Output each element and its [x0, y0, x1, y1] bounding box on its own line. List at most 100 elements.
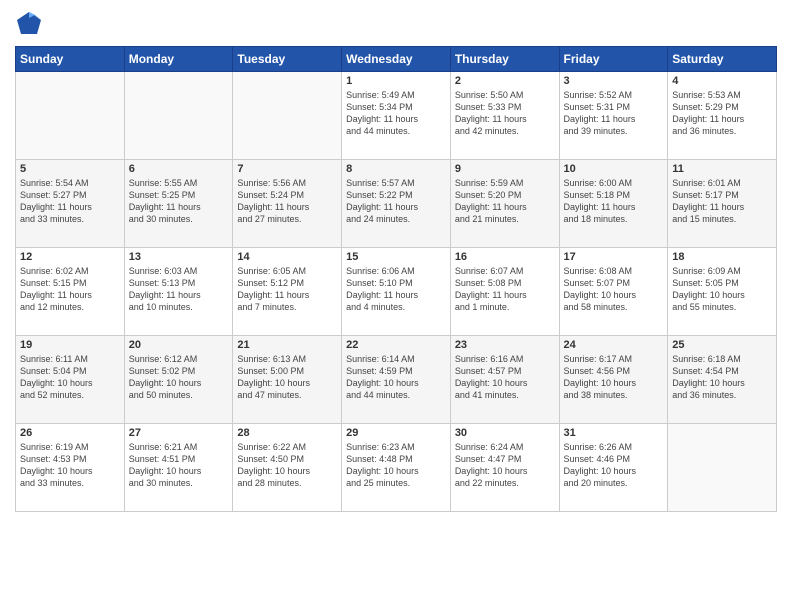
calendar-cell	[16, 72, 125, 160]
calendar-cell: 31 Sunrise: 6:26 AM Sunset: 4:46 PM Dayli…	[559, 424, 668, 512]
day-info: Sunrise: 6:14 AM Sunset: 4:59 PM Dayligh…	[346, 353, 446, 402]
day-number: 19	[20, 339, 120, 351]
day-info: Sunrise: 6:23 AM Sunset: 4:48 PM Dayligh…	[346, 441, 446, 490]
day-info: Sunrise: 5:57 AM Sunset: 5:22 PM Dayligh…	[346, 177, 446, 226]
day-info: Sunrise: 6:18 AM Sunset: 4:54 PM Dayligh…	[672, 353, 772, 402]
day-info: Sunrise: 5:55 AM Sunset: 5:25 PM Dayligh…	[129, 177, 229, 226]
day-number: 23	[455, 339, 555, 351]
calendar-weekday-saturday: Saturday	[668, 47, 777, 72]
day-number: 18	[672, 251, 772, 263]
day-info: Sunrise: 6:06 AM Sunset: 5:10 PM Dayligh…	[346, 265, 446, 314]
day-info: Sunrise: 6:26 AM Sunset: 4:46 PM Dayligh…	[564, 441, 664, 490]
day-number: 1	[346, 75, 446, 87]
day-number: 9	[455, 163, 555, 175]
day-info: Sunrise: 5:50 AM Sunset: 5:33 PM Dayligh…	[455, 89, 555, 138]
day-info: Sunrise: 5:49 AM Sunset: 5:34 PM Dayligh…	[346, 89, 446, 138]
calendar-cell: 9Sunrise: 5:59 AM Sunset: 5:20 PM Daylig…	[450, 160, 559, 248]
calendar-cell	[668, 424, 777, 512]
day-number: 27	[129, 427, 229, 439]
calendar-cell: 16Sunrise: 6:07 AM Sunset: 5:08 PM Dayli…	[450, 248, 559, 336]
day-number: 15	[346, 251, 446, 263]
day-info: Sunrise: 6:19 AM Sunset: 4:53 PM Dayligh…	[20, 441, 120, 490]
day-info: Sunrise: 6:12 AM Sunset: 5:02 PM Dayligh…	[129, 353, 229, 402]
calendar-cell: 5Sunrise: 5:54 AM Sunset: 5:27 PM Daylig…	[16, 160, 125, 248]
calendar-week-row: 5Sunrise: 5:54 AM Sunset: 5:27 PM Daylig…	[16, 160, 777, 248]
day-number: 13	[129, 251, 229, 263]
calendar-cell	[233, 72, 342, 160]
day-info: Sunrise: 6:11 AM Sunset: 5:04 PM Dayligh…	[20, 353, 120, 402]
calendar-week-row: 1 Sunrise: 5:49 AM Sunset: 5:34 PM Daylig…	[16, 72, 777, 160]
day-info: Sunrise: 5:52 AM Sunset: 5:31 PM Dayligh…	[564, 89, 664, 138]
day-info: Sunrise: 6:22 AM Sunset: 4:50 PM Dayligh…	[237, 441, 337, 490]
calendar-week-row: 12 Sunrise: 6:02 AM Sunset: 5:15 PM Dayli…	[16, 248, 777, 336]
calendar-cell: 7 Sunrise: 5:56 AM Sunset: 5:24 PM Daylig…	[233, 160, 342, 248]
calendar-cell: 20 Sunrise: 6:12 AM Sunset: 5:02 PM Dayli…	[124, 336, 233, 424]
day-number: 7	[237, 163, 337, 175]
day-info: Sunrise: 6:00 AM Sunset: 5:18 PM Dayligh…	[564, 177, 664, 226]
day-number: 12	[20, 251, 120, 263]
calendar-weekday-tuesday: Tuesday	[233, 47, 342, 72]
day-number: 21	[237, 339, 337, 351]
day-number: 3	[564, 75, 664, 87]
calendar-cell: 8 Sunrise: 5:57 AM Sunset: 5:22 PM Daylig…	[342, 160, 451, 248]
calendar-week-row: 19 Sunrise: 6:11 AM Sunset: 5:04 PM Dayli…	[16, 336, 777, 424]
day-number: 4	[672, 75, 772, 87]
calendar-table: SundayMondayTuesdayWednesdayThursdayFrid…	[15, 46, 777, 512]
calendar-weekday-thursday: Thursday	[450, 47, 559, 72]
logo	[15, 10, 45, 38]
calendar-cell: 11Sunrise: 6:01 AM Sunset: 5:17 PM Dayli…	[668, 160, 777, 248]
calendar-cell: 23 Sunrise: 6:16 AM Sunset: 4:57 PM Dayli…	[450, 336, 559, 424]
day-info: Sunrise: 6:21 AM Sunset: 4:51 PM Dayligh…	[129, 441, 229, 490]
calendar-cell: 13Sunrise: 6:03 AM Sunset: 5:13 PM Dayli…	[124, 248, 233, 336]
calendar-cell: 19 Sunrise: 6:11 AM Sunset: 5:04 PM Dayli…	[16, 336, 125, 424]
calendar-cell: 12 Sunrise: 6:02 AM Sunset: 5:15 PM Dayli…	[16, 248, 125, 336]
day-info: Sunrise: 5:56 AM Sunset: 5:24 PM Dayligh…	[237, 177, 337, 226]
calendar-weekday-friday: Friday	[559, 47, 668, 72]
day-number: 31	[564, 427, 664, 439]
calendar-cell: 15 Sunrise: 6:06 AM Sunset: 5:10 PM Dayli…	[342, 248, 451, 336]
day-info: Sunrise: 6:02 AM Sunset: 5:15 PM Dayligh…	[20, 265, 120, 314]
calendar-cell: 27 Sunrise: 6:21 AM Sunset: 4:51 PM Dayli…	[124, 424, 233, 512]
day-number: 22	[346, 339, 446, 351]
calendar-cell: 1 Sunrise: 5:49 AM Sunset: 5:34 PM Daylig…	[342, 72, 451, 160]
calendar-cell: 14 Sunrise: 6:05 AM Sunset: 5:12 PM Dayli…	[233, 248, 342, 336]
calendar-cell: 3 Sunrise: 5:52 AM Sunset: 5:31 PM Daylig…	[559, 72, 668, 160]
day-number: 14	[237, 251, 337, 263]
header	[15, 10, 777, 38]
calendar-cell: 22 Sunrise: 6:14 AM Sunset: 4:59 PM Dayli…	[342, 336, 451, 424]
day-info: Sunrise: 6:24 AM Sunset: 4:47 PM Dayligh…	[455, 441, 555, 490]
page: SundayMondayTuesdayWednesdayThursdayFrid…	[0, 0, 792, 612]
calendar-cell: 21 Sunrise: 6:13 AM Sunset: 5:00 PM Dayli…	[233, 336, 342, 424]
calendar-cell: 2 Sunrise: 5:50 AM Sunset: 5:33 PM Daylig…	[450, 72, 559, 160]
calendar-cell: 25 Sunrise: 6:18 AM Sunset: 4:54 PM Dayli…	[668, 336, 777, 424]
day-info: Sunrise: 6:13 AM Sunset: 5:00 PM Dayligh…	[237, 353, 337, 402]
calendar-cell: 24Sunrise: 6:17 AM Sunset: 4:56 PM Dayli…	[559, 336, 668, 424]
day-number: 10	[564, 163, 664, 175]
day-number: 5	[20, 163, 120, 175]
calendar-header-row: SundayMondayTuesdayWednesdayThursdayFrid…	[16, 47, 777, 72]
day-number: 17	[564, 251, 664, 263]
day-number: 28	[237, 427, 337, 439]
day-info: Sunrise: 6:09 AM Sunset: 5:05 PM Dayligh…	[672, 265, 772, 314]
day-info: Sunrise: 6:05 AM Sunset: 5:12 PM Dayligh…	[237, 265, 337, 314]
calendar-cell: 4 Sunrise: 5:53 AM Sunset: 5:29 PM Daylig…	[668, 72, 777, 160]
day-info: Sunrise: 6:16 AM Sunset: 4:57 PM Dayligh…	[455, 353, 555, 402]
day-number: 29	[346, 427, 446, 439]
day-number: 30	[455, 427, 555, 439]
logo-icon	[15, 10, 43, 38]
calendar-week-row: 26Sunrise: 6:19 AM Sunset: 4:53 PM Dayli…	[16, 424, 777, 512]
day-info: Sunrise: 5:53 AM Sunset: 5:29 PM Dayligh…	[672, 89, 772, 138]
day-number: 2	[455, 75, 555, 87]
calendar-cell: 10 Sunrise: 6:00 AM Sunset: 5:18 PM Dayli…	[559, 160, 668, 248]
calendar-cell: 6Sunrise: 5:55 AM Sunset: 5:25 PM Daylig…	[124, 160, 233, 248]
calendar-weekday-wednesday: Wednesday	[342, 47, 451, 72]
day-info: Sunrise: 6:01 AM Sunset: 5:17 PM Dayligh…	[672, 177, 772, 226]
day-number: 20	[129, 339, 229, 351]
day-info: Sunrise: 6:17 AM Sunset: 4:56 PM Dayligh…	[564, 353, 664, 402]
day-number: 25	[672, 339, 772, 351]
day-number: 8	[346, 163, 446, 175]
calendar-cell	[124, 72, 233, 160]
day-info: Sunrise: 6:07 AM Sunset: 5:08 PM Dayligh…	[455, 265, 555, 314]
calendar-cell: 26Sunrise: 6:19 AM Sunset: 4:53 PM Dayli…	[16, 424, 125, 512]
calendar-weekday-sunday: Sunday	[16, 47, 125, 72]
